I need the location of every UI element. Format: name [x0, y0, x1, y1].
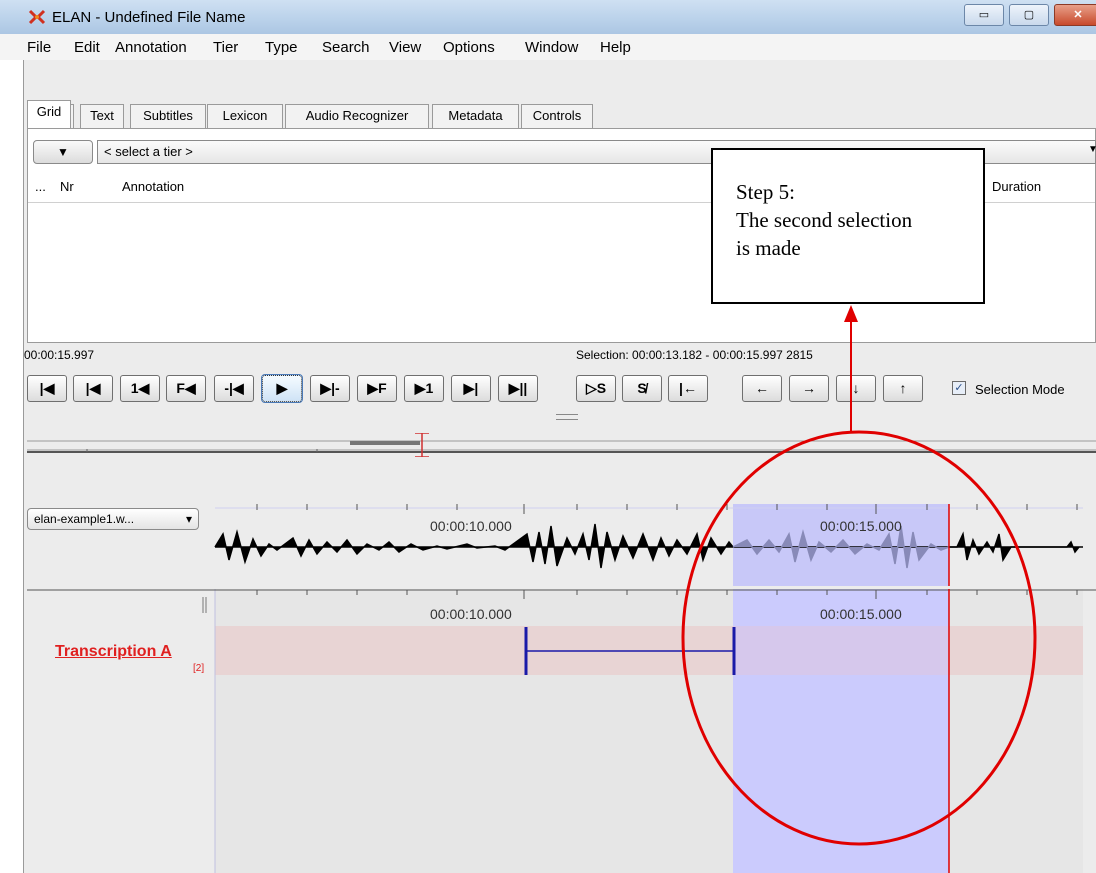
- previous-frame-button[interactable]: |◀: [73, 375, 113, 402]
- column-more[interactable]: ...: [35, 179, 46, 194]
- play-selection-button[interactable]: ▷S: [576, 375, 616, 402]
- previous-annotation-button[interactable]: ←: [742, 375, 782, 402]
- next-annotation-button[interactable]: →: [789, 375, 829, 402]
- menu-file[interactable]: File: [27, 39, 51, 56]
- next-frame-step-button[interactable]: ▶F: [357, 375, 397, 402]
- elan-app-icon: [28, 9, 46, 25]
- waveform-time-label-10: 00:00:10.000: [430, 518, 512, 534]
- step-callout-box: Step 5: The second selection is made: [711, 148, 985, 304]
- column-nr[interactable]: Nr: [60, 179, 74, 194]
- callout-line-2: The second selection: [736, 208, 913, 232]
- go-to-end-button[interactable]: ▶||: [498, 375, 538, 402]
- column-annotation[interactable]: Annotation: [122, 179, 184, 194]
- clear-selection-button[interactable]: S̸: [622, 375, 662, 402]
- tab-audio-recognizer[interactable]: Audio Recognizer: [285, 104, 429, 128]
- menu-tier[interactable]: Tier: [213, 39, 238, 56]
- tier-label-transcription-a[interactable]: Transcription A: [55, 643, 172, 661]
- chevron-down-icon[interactable]: ▼: [1088, 144, 1096, 155]
- selection-mode-checkbox[interactable]: ✓: [952, 381, 966, 395]
- minimize-button[interactable]: ▭: [964, 4, 1004, 26]
- menu-help[interactable]: Help: [600, 39, 631, 56]
- callout-line-3: is made: [736, 236, 801, 260]
- menu-search[interactable]: Search: [322, 39, 370, 56]
- tier-annotation-count: [2]: [193, 663, 205, 674]
- next-second-button[interactable]: ▶1: [404, 375, 444, 402]
- selection-info: Selection: 00:00:13.182 - 00:00:15.997 2…: [576, 348, 813, 362]
- tier-down-button[interactable]: ↓: [836, 375, 876, 402]
- selection-begin-button[interactable]: |←: [668, 375, 708, 402]
- menu-window[interactable]: Window: [525, 39, 578, 56]
- media-file-select[interactable]: elan-example1.w... ▾: [27, 508, 199, 530]
- previous-pixel-button[interactable]: -|◀: [214, 375, 254, 402]
- tab-text[interactable]: Text: [80, 104, 124, 128]
- menu-annotation[interactable]: Annotation: [115, 39, 187, 56]
- tab-lexicon[interactable]: Lexicon: [207, 104, 283, 128]
- tier-up-button[interactable]: ↑: [883, 375, 923, 402]
- current-time: 00:00:15.997: [24, 348, 95, 362]
- menu-type[interactable]: Type: [265, 39, 298, 56]
- tier-menu-button[interactable]: ▼: [33, 140, 93, 164]
- tab-grid[interactable]: Grid: [27, 100, 71, 129]
- timeline-viewer[interactable]: [27, 589, 1096, 873]
- overview-timeline[interactable]: [27, 433, 1096, 457]
- previous-frame-step-button[interactable]: F◀: [166, 375, 206, 402]
- next-frame-button[interactable]: ▶|: [451, 375, 491, 402]
- tab-controls[interactable]: Controls: [521, 104, 593, 128]
- timeline-time-label-15: 00:00:15.000: [820, 606, 902, 622]
- window-title: ELAN - Undefined File Name: [52, 9, 246, 26]
- callout-line-1: Step 5:: [736, 180, 795, 204]
- column-duration[interactable]: Duration: [992, 179, 1041, 194]
- timeline-time-label-10: 00:00:10.000: [430, 606, 512, 622]
- menu-view[interactable]: View: [389, 39, 421, 56]
- tab-subtitles[interactable]: Subtitles: [130, 104, 206, 128]
- media-file-label: elan-example1.w...: [34, 512, 135, 526]
- previous-second-button[interactable]: 1◀: [120, 375, 160, 402]
- menu-edit[interactable]: Edit: [74, 39, 100, 56]
- next-pixel-button[interactable]: ▶|-: [310, 375, 350, 402]
- go-to-begin-button[interactable]: |◀: [27, 375, 67, 402]
- selection-mode-label: Selection Mode: [975, 382, 1065, 397]
- tab-metadata[interactable]: Metadata: [432, 104, 519, 128]
- close-button[interactable]: ✕: [1054, 4, 1096, 26]
- maximize-button[interactable]: ▢: [1009, 4, 1049, 26]
- waveform-time-label-15: 00:00:15.000: [820, 518, 902, 534]
- menu-options[interactable]: Options: [443, 39, 495, 56]
- play-button[interactable]: ▶: [261, 374, 303, 403]
- split-pane-handle[interactable]: [556, 414, 578, 420]
- chevron-down-icon: ▾: [185, 512, 192, 526]
